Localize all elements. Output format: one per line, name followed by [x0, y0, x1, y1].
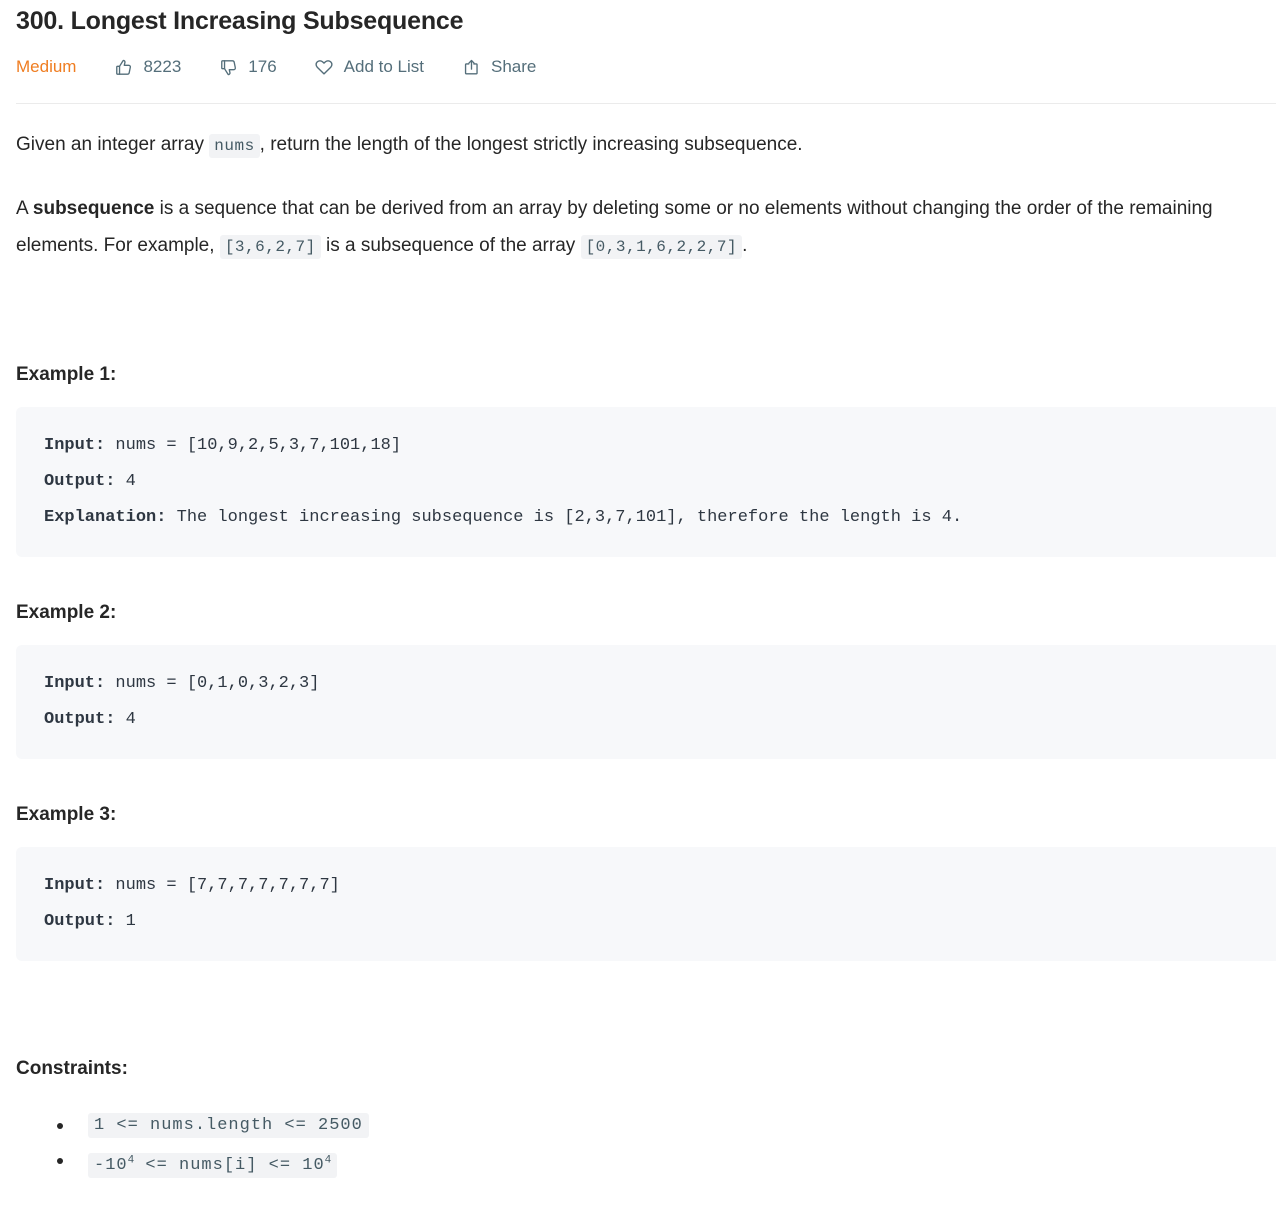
inline-code-nums: nums — [209, 134, 260, 158]
problem-meta-row: Medium 8223 176 Add to List Share — [16, 54, 1260, 80]
desc-text: A — [16, 198, 33, 219]
output-value: 4 — [115, 472, 136, 491]
list-item: -104 <= nums[i] <= 104 — [57, 1143, 1260, 1183]
likes-count: 8223 — [143, 57, 182, 76]
add-to-list-button[interactable]: Add to List — [313, 54, 424, 80]
description-paragraph-2: A subsequence is a sequence that can be … — [16, 165, 1260, 266]
add-to-list-label: Add to List — [343, 57, 424, 76]
desc-text: . — [742, 235, 748, 256]
input-label: Input: — [44, 674, 106, 693]
example-1-heading: Example 1: — [16, 364, 117, 385]
example-2-heading: Example 2: — [16, 602, 117, 623]
problem-description-panel: 300. Longest Increasing Subsequence Medi… — [0, 0, 1276, 1183]
example-1-codeblock: Input: nums = [10,9,2,5,3,7,101,18] Outp… — [16, 407, 1276, 557]
example-3-codeblock: Input: nums = [7,7,7,7,7,7,7] Output: 1 — [16, 847, 1276, 961]
output-label: Output: — [44, 710, 116, 729]
thumbs-up-icon — [112, 56, 134, 78]
problem-statement: Given an integer array nums, return the … — [0, 104, 1276, 266]
subsequence-bold: subsequence — [32, 198, 155, 219]
constraint-value: -104 <= nums[i] <= 104 — [88, 1152, 338, 1178]
description-paragraph-1: Given an integer array nums, return the … — [16, 104, 1260, 165]
input-label: Input: — [44, 876, 106, 895]
constraint-mid: <= nums[i] <= 10 — [134, 1155, 325, 1175]
desc-text: , return the length of the longest stric… — [259, 134, 803, 155]
output-label: Output: — [44, 912, 116, 931]
page-title: 300. Longest Increasing Subsequence — [16, 7, 464, 35]
list-item: 1 <= nums.length <= 2500 — [57, 1108, 1260, 1143]
output-value: 4 — [115, 710, 136, 729]
constraint-sup-2: 4 — [324, 1154, 332, 1166]
output-value: 1 — [115, 912, 136, 931]
likes-button[interactable]: 8223 — [112, 54, 181, 80]
share-button[interactable]: Share — [460, 54, 536, 80]
constraints-heading: Constraints: — [16, 1058, 128, 1079]
share-label: Share — [491, 57, 537, 76]
desc-text: Given an integer array — [16, 134, 210, 155]
inline-code-example-array: [3,6,2,7] — [219, 235, 321, 259]
explanation-label: Explanation: — [44, 508, 167, 527]
input-value: nums = [10,9,2,5,3,7,101,18] — [105, 436, 402, 455]
share-icon — [460, 56, 482, 78]
dislikes-button[interactable]: 176 — [217, 54, 277, 80]
inline-code-source-array: [0,3,1,6,2,2,7] — [580, 235, 743, 259]
input-value: nums = [7,7,7,7,7,7,7] — [105, 876, 340, 895]
example-2-codeblock: Input: nums = [0,1,0,3,2,3] Output: 4 — [16, 645, 1276, 759]
problem-header: 300. Longest Increasing Subsequence Medi… — [0, 0, 1276, 80]
dislikes-count: 176 — [248, 57, 277, 76]
thumbs-down-icon — [217, 56, 239, 78]
difficulty-badge: Medium — [16, 57, 77, 76]
desc-text: is a subsequence of the array — [320, 235, 581, 256]
example-3-heading: Example 3: — [16, 804, 117, 825]
explanation-value: The longest increasing subsequence is [2… — [166, 508, 963, 527]
constraint-pre: -10 — [94, 1155, 128, 1175]
output-label: Output: — [44, 472, 116, 491]
constraint-length: 1 <= nums.length <= 2500 — [88, 1113, 369, 1138]
heart-icon — [313, 56, 335, 78]
input-label: Input: — [44, 436, 106, 455]
constraints-list: 1 <= nums.length <= 2500 -10 4 <= nums[i]… — [0, 1108, 1276, 1183]
input-value: nums = [0,1,0,3,2,3] — [105, 674, 320, 693]
